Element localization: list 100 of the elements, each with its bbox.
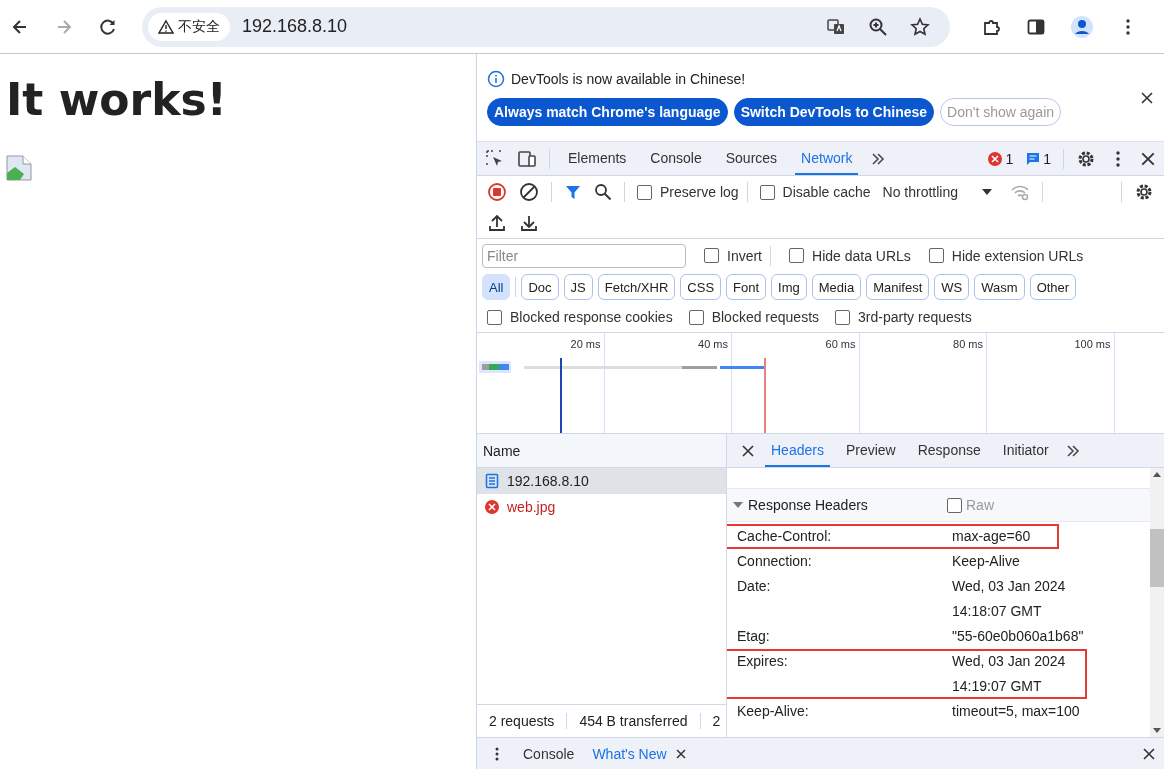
clear-icon[interactable]	[519, 182, 539, 202]
warning-icon	[158, 18, 174, 35]
header-value: Keep-Alive	[952, 552, 1020, 571]
detail-tab[interactable]: Initiator	[996, 434, 1055, 467]
search-icon[interactable]	[594, 183, 612, 201]
info-button[interactable]: Switch DevTools to Chinese	[733, 98, 935, 126]
type-filter-chip[interactable]: Doc	[521, 274, 559, 300]
close-icon[interactable]	[674, 747, 687, 760]
detail-tab[interactable]: Response	[911, 434, 987, 467]
more-tabs-icon[interactable]	[870, 150, 887, 167]
info-message: DevTools is now available in Chinese!	[511, 71, 746, 87]
zoom-icon[interactable]	[868, 16, 888, 37]
checkbox[interactable]	[928, 248, 944, 263]
upload-icon[interactable]	[487, 213, 507, 233]
type-filter-chip[interactable]: Font	[726, 274, 767, 300]
type-filter-chip[interactable]: Manifest	[866, 274, 930, 300]
type-filter-chip[interactable]: Other	[1029, 274, 1077, 300]
message-icon	[1025, 150, 1042, 167]
devtools-tab[interactable]: Network	[795, 142, 859, 175]
type-filter-chip[interactable]: CSS	[680, 274, 722, 300]
error-icon	[987, 150, 1004, 167]
checkbox-label: 3rd-party requests	[858, 309, 972, 325]
checkbox-label: Hide data URLs	[812, 247, 911, 264]
name-column-header[interactable]: Name	[477, 434, 726, 468]
checkbox-label: Disable cache	[782, 184, 871, 200]
close-icon[interactable]	[741, 443, 755, 458]
tick-label: 80 ms	[953, 338, 983, 352]
detail-tab[interactable]: Preview	[839, 434, 902, 467]
request-row[interactable]: 192.168.8.10	[477, 468, 726, 494]
detail-tab[interactable]: Headers	[765, 434, 830, 467]
tick-label: 20 ms	[570, 338, 601, 352]
checkbox-label: Blocked response cookies	[510, 309, 673, 325]
throttling-dropdown[interactable]: No throttling	[882, 184, 998, 200]
checkbox[interactable]	[789, 248, 804, 263]
checkbox[interactable]	[759, 184, 775, 200]
type-filter-chip[interactable]: All	[482, 274, 511, 300]
header-name: Connection:	[737, 552, 813, 571]
document-icon	[484, 473, 500, 489]
triangle-icon	[733, 500, 743, 510]
error-count: 1	[1005, 150, 1014, 167]
checkbox[interactable]	[688, 309, 704, 325]
tick-label: 60 ms	[825, 338, 856, 352]
checkbox[interactable]	[835, 309, 851, 325]
checkbox[interactable]	[704, 248, 719, 263]
header-value: 14:19:07 GMT	[952, 677, 1043, 696]
devtools-tab[interactable]: Sources	[719, 142, 784, 175]
profile-icon[interactable]	[1070, 14, 1094, 39]
header-value: 14:18:07 GMT	[952, 602, 1043, 621]
download-icon[interactable]	[519, 213, 539, 233]
page-heading: It works!	[6, 74, 228, 125]
request-row[interactable]: web.jpg	[477, 494, 726, 520]
star-icon[interactable]	[910, 16, 930, 37]
drawer-tab[interactable]: Console	[523, 745, 575, 762]
address-bar[interactable]: 不安全 192.168.8.10	[142, 6, 950, 47]
security-chip[interactable]: 不安全	[148, 12, 230, 41]
checkbox[interactable]	[947, 497, 962, 513]
translate-icon[interactable]	[826, 16, 846, 37]
devtools-tab[interactable]: Console	[644, 142, 708, 175]
more-tabs-icon[interactable]	[1064, 442, 1081, 459]
checkbox-label: Raw	[966, 497, 994, 513]
checkbox-label: Invert	[727, 247, 762, 264]
header-name: Etag:	[737, 627, 771, 646]
type-filter-chip[interactable]: Fetch/XHR	[597, 274, 676, 300]
status-text: 2 requests	[477, 713, 568, 729]
message-count: 1	[1043, 150, 1051, 167]
close-icon[interactable]	[1142, 746, 1156, 761]
type-filter-chip[interactable]: JS	[563, 274, 593, 300]
header-name: Date:	[737, 577, 772, 596]
type-filter-chip[interactable]: Media	[811, 274, 862, 300]
checkbox[interactable]	[637, 184, 652, 200]
header-value: Wed, 03 Jan 2024	[952, 652, 1066, 671]
device-icon[interactable]	[517, 148, 537, 169]
type-filter-chip[interactable]: Img	[771, 274, 807, 300]
checkbox-label: Preserve log	[660, 184, 739, 200]
error-icon	[484, 499, 500, 515]
type-filter-chip[interactable]: WS	[934, 274, 970, 300]
record-icon[interactable]	[487, 182, 507, 202]
devtools-tab[interactable]: Elements	[562, 142, 633, 175]
info-button[interactable]: Always match Chrome's language	[487, 98, 728, 126]
checkbox[interactable]	[487, 309, 502, 325]
status-text: 2	[700, 713, 726, 729]
close-icon[interactable]	[1140, 91, 1154, 105]
caret-icon	[982, 187, 992, 197]
drawer-tab[interactable]: What's New	[592, 745, 687, 762]
checkbox-label: Hide extension URLs	[951, 247, 1084, 264]
scroll-up-icon[interactable]	[1153, 471, 1161, 479]
filter-field[interactable]: Filter	[482, 243, 686, 268]
header-name: Expires:	[737, 652, 789, 671]
status-text: 454 B transferred	[567, 713, 701, 729]
scroll-down-icon[interactable]	[1153, 726, 1161, 734]
info-icon	[487, 70, 505, 88]
filter-icon[interactable]	[564, 183, 582, 201]
settings-icon[interactable]	[1134, 182, 1154, 202]
type-filter-chip[interactable]: Wasm	[974, 274, 1025, 300]
header-name: Keep-Alive:	[737, 702, 810, 721]
header-value: "55-60e0b060a1b68"	[952, 627, 1084, 646]
section-header[interactable]: Response Headers	[733, 497, 947, 513]
close-icon[interactable]	[1140, 150, 1156, 167]
tick-label: 40 ms	[698, 338, 728, 352]
scrollbar-thumb[interactable]	[1150, 529, 1164, 587]
